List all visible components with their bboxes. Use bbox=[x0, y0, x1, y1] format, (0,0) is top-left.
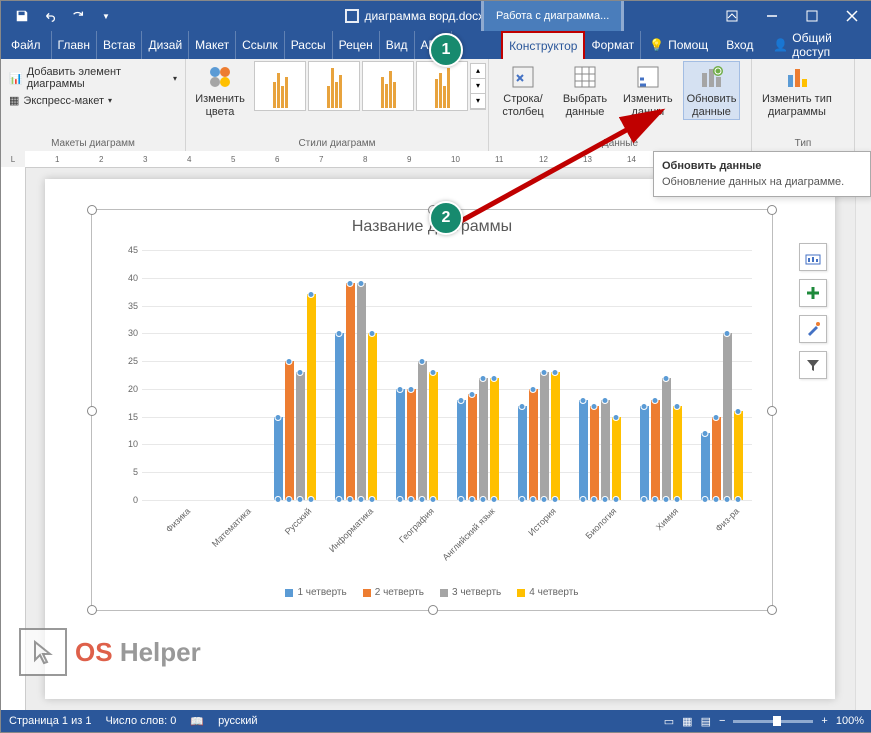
web-layout-icon[interactable]: ▤ bbox=[701, 715, 711, 728]
zoom-out-icon[interactable]: − bbox=[719, 715, 725, 727]
spellcheck-icon[interactable]: 📖 bbox=[190, 715, 204, 728]
group-type: Тип bbox=[758, 138, 848, 151]
save-icon[interactable] bbox=[9, 3, 35, 29]
tab-format[interactable]: Формат bbox=[585, 31, 641, 59]
add-chart-element-button[interactable]: 📊Добавить элемент диаграммы▾ bbox=[7, 65, 179, 91]
ribbon-options-icon[interactable] bbox=[712, 1, 752, 31]
chart-styles-gallery[interactable]: ▴▾▾ bbox=[254, 61, 486, 111]
quick-layout-button[interactable]: ▦Экспресс-макет▾ bbox=[7, 93, 114, 108]
layout-icon: ▦ bbox=[9, 94, 19, 107]
switch-icon bbox=[509, 63, 537, 91]
maximize-icon[interactable] bbox=[792, 1, 832, 31]
chart-side-buttons bbox=[799, 243, 827, 379]
chart-tools-context-tab: Работа с диаграмма... bbox=[481, 1, 624, 31]
cursor-icon bbox=[29, 638, 57, 666]
redo-icon[interactable] bbox=[65, 3, 91, 29]
chart-element-icon: 📊 bbox=[9, 72, 23, 85]
annotation-badge-2: 2 bbox=[429, 201, 463, 235]
tab-insert[interactable]: Встав bbox=[97, 31, 142, 59]
ruler-corner: L bbox=[1, 151, 26, 168]
group-chart-layouts: Макеты диаграмм bbox=[7, 138, 179, 151]
edit-data-button[interactable]: Изменить данны bbox=[619, 61, 677, 120]
tab-constructor[interactable]: Конструктор bbox=[501, 31, 585, 59]
refresh-data-tooltip: Обновить данные Обновление данных на диа… bbox=[653, 151, 871, 197]
tab-review[interactable]: Рецен bbox=[333, 31, 380, 59]
print-layout-icon[interactable]: ▦ bbox=[682, 715, 692, 728]
grid-icon bbox=[571, 63, 599, 91]
close-icon[interactable] bbox=[832, 1, 871, 31]
chart-filters-icon[interactable] bbox=[799, 351, 827, 379]
share-button[interactable]: 👤Общий доступ bbox=[763, 31, 868, 59]
sign-in-button[interactable]: Вход bbox=[720, 38, 759, 52]
chart-plot-area[interactable]: 051015202530354045 bbox=[142, 250, 752, 500]
chart-legend[interactable]: 1 четверть2 четверть3 четверть4 четверть bbox=[92, 587, 772, 598]
lightbulb-icon: 💡 bbox=[649, 38, 664, 52]
change-colors-button[interactable]: Изменить цвета bbox=[192, 61, 248, 120]
tab-view[interactable]: Вид bbox=[380, 31, 415, 59]
style-thumb[interactable] bbox=[308, 61, 360, 111]
undo-icon[interactable] bbox=[37, 3, 63, 29]
document-page[interactable]: Название диаграммы 051015202530354045 Фи… bbox=[45, 179, 835, 699]
tab-home[interactable]: Главн bbox=[52, 31, 98, 59]
page-count[interactable]: Страница 1 из 1 bbox=[9, 715, 91, 727]
refresh-icon bbox=[698, 63, 726, 91]
minimize-icon[interactable] bbox=[752, 1, 792, 31]
ribbon: 📊Добавить элемент диаграммы▾ ▦Экспресс-м… bbox=[1, 59, 871, 152]
chevron-down-icon: ▾ bbox=[471, 79, 485, 94]
titlebar: ▼ диаграмма ворд.docx-Word Работа с диаг… bbox=[1, 1, 871, 31]
tab-design[interactable]: Дизай bbox=[142, 31, 189, 59]
zoom-in-icon[interactable]: + bbox=[821, 715, 827, 727]
person-icon: 👤 bbox=[773, 38, 788, 52]
style-thumb[interactable] bbox=[362, 61, 414, 111]
more-icon: ▾ bbox=[471, 94, 485, 109]
word-count[interactable]: Число слов: 0 bbox=[105, 715, 176, 727]
chart-type-icon bbox=[783, 63, 811, 91]
zoom-level[interactable]: 100% bbox=[836, 715, 864, 727]
chart-elements-icon[interactable] bbox=[799, 279, 827, 307]
style-thumb[interactable] bbox=[416, 61, 468, 111]
watermark-logo: OS Helper bbox=[19, 628, 201, 676]
zoom-slider[interactable] bbox=[733, 720, 813, 723]
tab-references[interactable]: Ссылк bbox=[236, 31, 285, 59]
quick-access-toolbar: ▼ bbox=[1, 3, 119, 29]
edit-data-icon bbox=[634, 63, 662, 91]
gallery-scroll[interactable]: ▴▾▾ bbox=[470, 63, 486, 110]
select-data-button[interactable]: Выбрать данные bbox=[557, 61, 613, 120]
word-app-window: ▼ диаграмма ворд.docx-Word Работа с диаг… bbox=[0, 0, 871, 733]
palette-icon bbox=[206, 63, 234, 91]
qat-dropdown-icon[interactable]: ▼ bbox=[93, 3, 119, 29]
vertical-scrollbar[interactable] bbox=[855, 167, 871, 710]
chart-styles-icon[interactable] bbox=[799, 315, 827, 343]
read-mode-icon[interactable]: ▭ bbox=[664, 715, 674, 728]
group-data: Данные bbox=[495, 138, 745, 151]
switch-row-column-button[interactable]: Строка/ столбец bbox=[495, 61, 551, 120]
chart-layout-options-icon[interactable] bbox=[799, 243, 827, 271]
tab-layout[interactable]: Макет bbox=[189, 31, 236, 59]
tell-me-help[interactable]: 💡Помощ bbox=[641, 38, 716, 52]
language-status[interactable]: русский bbox=[218, 715, 257, 727]
word-doc-icon bbox=[344, 9, 358, 23]
statusbar: Страница 1 из 1 Число слов: 0 📖 русский … bbox=[1, 710, 871, 732]
change-chart-type-button[interactable]: Изменить тип диаграммы bbox=[758, 61, 836, 120]
chevron-up-icon: ▴ bbox=[471, 64, 485, 79]
style-thumb[interactable] bbox=[254, 61, 306, 111]
annotation-badge-1: 1 bbox=[429, 33, 463, 67]
tab-file[interactable]: Файл bbox=[1, 31, 52, 59]
document-area: L 1234567891011121314151617 Название диа… bbox=[1, 151, 871, 710]
refresh-data-button[interactable]: Обновить данные bbox=[683, 61, 741, 120]
tab-mailings[interactable]: Рассы bbox=[285, 31, 333, 59]
chart-object[interactable]: Название диаграммы 051015202530354045 Фи… bbox=[91, 209, 773, 611]
group-chart-styles: Стили диаграмм bbox=[192, 138, 482, 151]
